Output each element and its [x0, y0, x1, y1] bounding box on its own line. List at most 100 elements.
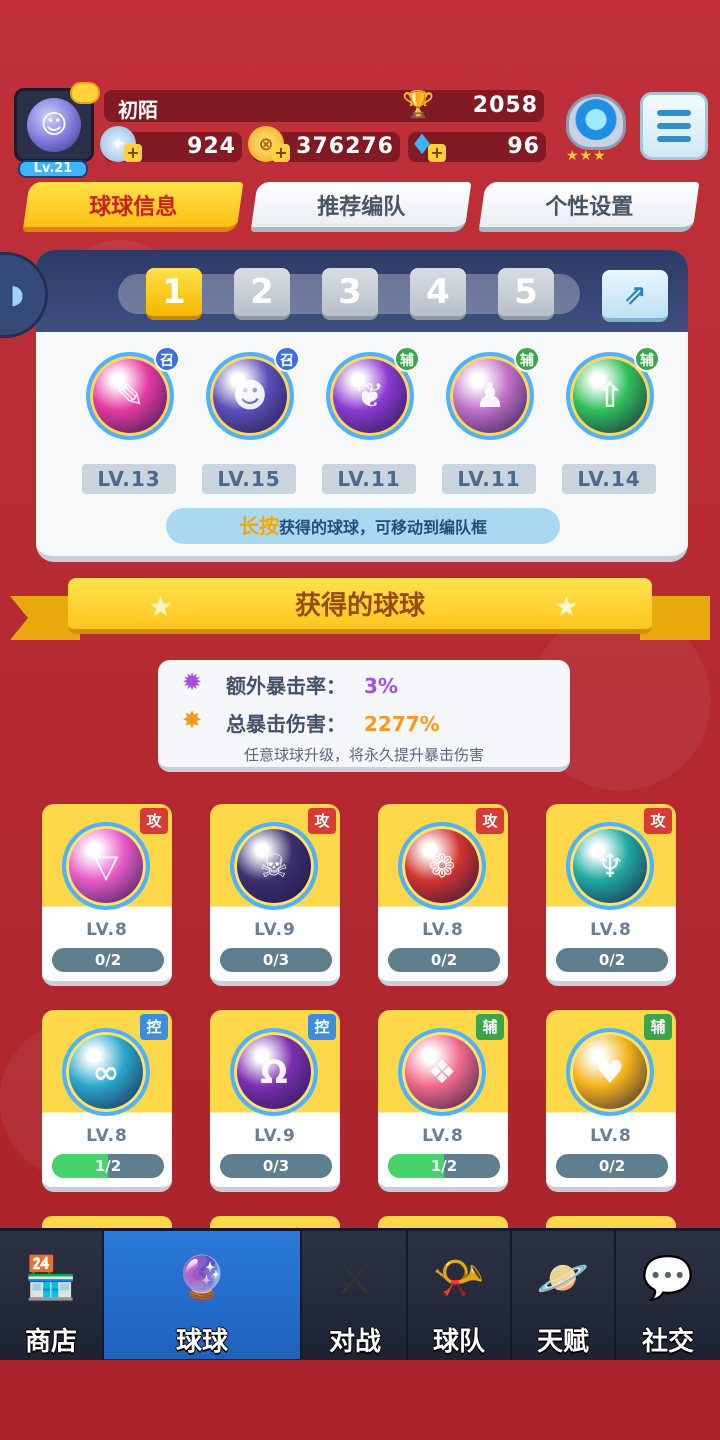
progress-text: 1/2 [94, 1157, 122, 1175]
rank-shield-icon [566, 94, 626, 150]
progress-text: 0/3 [262, 1157, 290, 1175]
avatar[interactable]: ☺ Lv.21 [12, 82, 100, 178]
ball-card[interactable]: 辅 ♥ LV.8 0/2 [546, 1010, 676, 1192]
ball-level: LV.8 [86, 920, 128, 940]
ball-level: LV.11 [322, 464, 416, 494]
owned-balls-ribbon: 获得的球球 ★ ★ [10, 576, 710, 646]
total-crit-row: ✸ 总暴击伤害： 2277% [182, 706, 440, 738]
team-ball-row: ✎ 召 LV.13 ☻ 召 LV.15 ❦ 辅 LV.11 ♟ 辅 LV.11 … [36, 342, 688, 502]
menu-line [657, 123, 691, 129]
ball-level: LV.9 [254, 1126, 296, 1146]
ball-progress-bar: 0/3 [220, 1154, 332, 1178]
ball-orb-icon: ♆ [566, 822, 654, 910]
ball-card[interactable]: 攻 ❁ LV.8 0/2 [378, 804, 508, 986]
ball-type-tag: 攻 [476, 808, 504, 834]
ball-orb-icon: ☠ [230, 822, 318, 910]
crit-burst-icon: ✹ [182, 668, 203, 696]
tab-recommended-team[interactable]: 推荐编队 [250, 182, 472, 232]
menu-button[interactable] [640, 92, 708, 160]
star-icon: ★ [148, 590, 174, 623]
ball-card[interactable]: 攻 ♆ LV.8 0/2 [546, 804, 676, 986]
tab-ball-info[interactable]: 球球信息 [22, 182, 244, 232]
player-header: ☺ Lv.21 初陌 🏆 2058 ✦ + 924 ⊗ + 376276 ♦ +… [12, 78, 712, 178]
nav-social[interactable]: 💬 社交 [616, 1231, 720, 1359]
team-slot-4[interactable]: 4 [410, 268, 466, 320]
ball-type-tag: 辅 [394, 346, 420, 372]
ball-progress-bar: 1/2 [388, 1154, 500, 1178]
rank-badge[interactable]: ★★★ [560, 90, 632, 164]
team-ball[interactable]: ☻ 召 LV.15 [196, 342, 306, 502]
nav-talent[interactable]: 🪐 天赋 [512, 1231, 616, 1359]
team-slot-5[interactable]: 5 [498, 268, 554, 320]
trophy-count: 2058 [472, 93, 538, 118]
tab-personal-settings[interactable]: 个性设置 [478, 182, 700, 232]
ball-type-tag: 控 [140, 1014, 168, 1040]
ball-card[interactable]: 攻 ☠ LV.9 0/3 [210, 804, 340, 986]
energy-value: 924 [187, 134, 236, 159]
gold-value: 376276 [296, 134, 394, 159]
total-crit-value: 2277% [364, 712, 440, 736]
ball-progress-bar: 0/2 [52, 948, 164, 972]
trophy-icon: 🏆 [402, 90, 435, 120]
ball-card[interactable]: 控 Ω LV.9 0/3 [210, 1010, 340, 1192]
gem-bar[interactable]: ♦ + 96 [408, 128, 546, 162]
progress-text: 0/3 [262, 951, 290, 969]
ball-card[interactable]: 控 ∞ LV.8 1/2 [42, 1010, 172, 1192]
player-name: 初陌 [118, 98, 158, 122]
gold-bar[interactable]: ⊗ + 376276 [248, 126, 400, 162]
gem-add-icon[interactable]: + [428, 144, 446, 162]
shop-icon: 🏪 [24, 1253, 78, 1302]
progress-text: 0/2 [598, 951, 626, 969]
ball-type-tag: 召 [274, 346, 300, 372]
ball-orb-icon: ♥ [566, 1028, 654, 1116]
team-slot-3[interactable]: 3 [322, 268, 378, 320]
ball-level: LV.8 [422, 920, 464, 940]
team-ball[interactable]: ❦ 辅 LV.11 [316, 342, 426, 502]
energy-bar[interactable]: ✦ + 924 [100, 126, 242, 162]
ball-progress-bar: 0/2 [556, 948, 668, 972]
ball-card[interactable]: 辅 ❖ LV.8 1/2 [378, 1010, 508, 1192]
cloud-badge-icon [70, 82, 100, 104]
team-ball[interactable]: ♟ 辅 LV.11 [436, 342, 546, 502]
ball-type-tag: 控 [308, 1014, 336, 1040]
ball-progress-bar: 0/2 [556, 1154, 668, 1178]
ball-type-tag: 攻 [644, 808, 672, 834]
bottom-nav: 🏪 商店 🔮 球球 ⚔ 对战 📯 球队 🪐 天赋 💬 社交 [0, 1228, 720, 1360]
nav-label: 天赋 [536, 1327, 589, 1357]
team-slot-header: 1 2 3 4 5 ⇗ [36, 250, 688, 332]
nav-label: 商店 [24, 1327, 77, 1357]
extra-crit-row: ✹ 额外暴击率： 3% [182, 668, 398, 700]
nav-team[interactable]: 📯 球队 [408, 1231, 512, 1359]
crit-panel: ✹ 额外暴击率： 3% ✸ 总暴击伤害： 2277% 任意球球升级，将永久提升暴击伤… [158, 660, 570, 772]
ball-orb-icon: Ω [230, 1028, 318, 1116]
ball-orb-icon: ❁ [398, 822, 486, 910]
ball-type-tag: 辅 [514, 346, 540, 372]
nav-balls[interactable]: 🔮 球球 [104, 1231, 302, 1359]
ball-level: LV.9 [254, 920, 296, 940]
nav-label: 球队 [432, 1327, 485, 1357]
total-crit-label: 总暴击伤害： [226, 712, 346, 736]
menu-line [657, 110, 691, 116]
extra-crit-value: 3% [364, 674, 398, 698]
ball-card[interactable]: 攻 ▽ LV.8 0/2 [42, 804, 172, 986]
ball-type-tag: 辅 [644, 1014, 672, 1040]
team-ball[interactable]: ⇧ 辅 LV.14 [556, 342, 666, 502]
team-slot-2[interactable]: 2 [234, 268, 290, 320]
team-ball[interactable]: ✎ 召 LV.13 [76, 342, 186, 502]
ball-level: LV.8 [590, 1126, 632, 1146]
share-icon[interactable]: ⇗ [602, 270, 668, 322]
ball-icon: 🔮 [175, 1253, 229, 1302]
team-slot-1[interactable]: 1 [146, 268, 202, 320]
extra-crit-label: 额外暴击率： [226, 674, 346, 698]
gold-add-icon[interactable]: + [272, 144, 290, 162]
player-level: Lv.21 [18, 160, 88, 178]
progress-text: 0/2 [430, 951, 458, 969]
star-icon: ★ [554, 590, 580, 623]
ball-level: LV.8 [422, 1126, 464, 1146]
progress-text: 0/2 [598, 1157, 626, 1175]
whistle-icon: 📯 [432, 1253, 486, 1302]
energy-add-icon[interactable]: + [124, 144, 142, 162]
nav-shop[interactable]: 🏪 商店 [0, 1231, 104, 1359]
gem-value: 96 [507, 134, 540, 159]
nav-battle[interactable]: ⚔ 对战 [304, 1231, 408, 1359]
